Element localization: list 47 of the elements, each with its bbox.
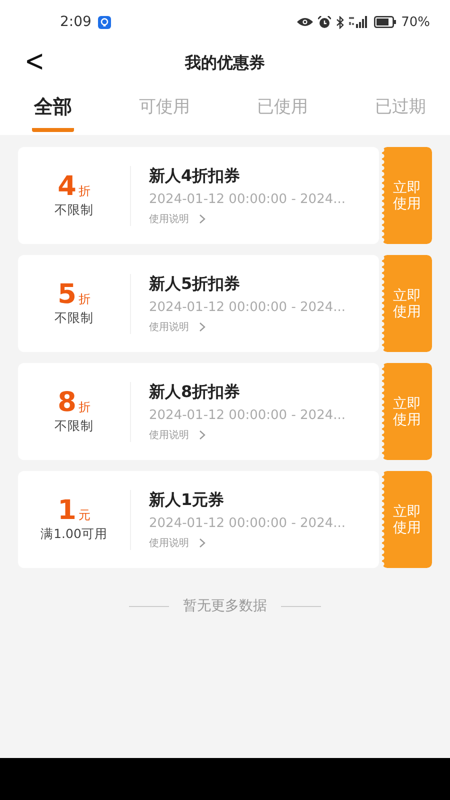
details-link[interactable]: 使用说明 <box>149 212 206 226</box>
signal-icon <box>349 16 370 28</box>
tab[interactable]: 已使用 <box>255 82 310 130</box>
details-link[interactable]: 使用说明 <box>149 428 206 442</box>
coupon-title: 新人4折扣券 <box>149 166 242 186</box>
coupon-unit: 折 <box>78 183 90 200</box>
alarm-icon <box>318 16 332 28</box>
validity-period: 2024-01-12 00:00:00 - 2024... <box>149 192 346 206</box>
validity-period: 2024-01-12 00:00:00 - 2024... <box>149 300 346 314</box>
status-time: 2:09 <box>60 14 92 30</box>
page-title: 我的优惠券 <box>185 52 265 74</box>
coupon-unit: 折 <box>78 399 90 416</box>
notification-icon <box>98 16 112 28</box>
tab[interactable]: 已过期 <box>373 82 428 130</box>
end-of-list-text: 暂无更多数据 <box>183 597 267 615</box>
details-link[interactable]: 使用说明 <box>149 536 206 550</box>
details-link[interactable]: 使用说明 <box>149 320 206 334</box>
coupon-unit: 折 <box>78 291 90 308</box>
use-now-button[interactable]: 立即使用 <box>382 147 432 244</box>
use-now-button[interactable]: 立即使用 <box>382 363 432 460</box>
bluetooth-icon <box>336 16 344 28</box>
coupon-value: 8 <box>58 388 76 418</box>
chevron-icon <box>199 214 206 224</box>
battery-icon <box>374 16 396 28</box>
use-now-button[interactable]: 立即使用 <box>382 255 432 352</box>
chevron-icon <box>199 322 206 332</box>
coupon-condition: 满1.00可用 <box>40 526 108 543</box>
coupon-condition: 不限制 <box>54 310 94 327</box>
back-button[interactable]: < <box>24 46 45 78</box>
coupon-value: 5 <box>58 280 76 310</box>
coupon-title: 新人1元券 <box>149 490 226 510</box>
eye-icon <box>297 17 314 27</box>
coupon-unit: 元 <box>78 507 90 524</box>
tab[interactable]: 可使用 <box>137 82 192 130</box>
coupon-value: 4 <box>58 172 76 202</box>
battery-percentage: 70% <box>401 14 430 30</box>
coupon-condition: 不限制 <box>54 202 94 219</box>
validity-period: 2024-01-12 00:00:00 - 2024... <box>149 516 346 530</box>
coupon-condition: 不限制 <box>54 418 94 435</box>
chevron-icon <box>199 538 206 548</box>
coupon-value: 1 <box>58 496 76 526</box>
coupon-title: 新人8折扣券 <box>149 382 242 402</box>
coupon-title: 新人5折扣券 <box>149 274 242 294</box>
tab[interactable]: 全部 <box>32 82 74 132</box>
use-now-button[interactable]: 立即使用 <box>382 471 432 568</box>
chevron-icon <box>199 430 206 440</box>
validity-period: 2024-01-12 00:00:00 - 2024... <box>149 408 346 422</box>
